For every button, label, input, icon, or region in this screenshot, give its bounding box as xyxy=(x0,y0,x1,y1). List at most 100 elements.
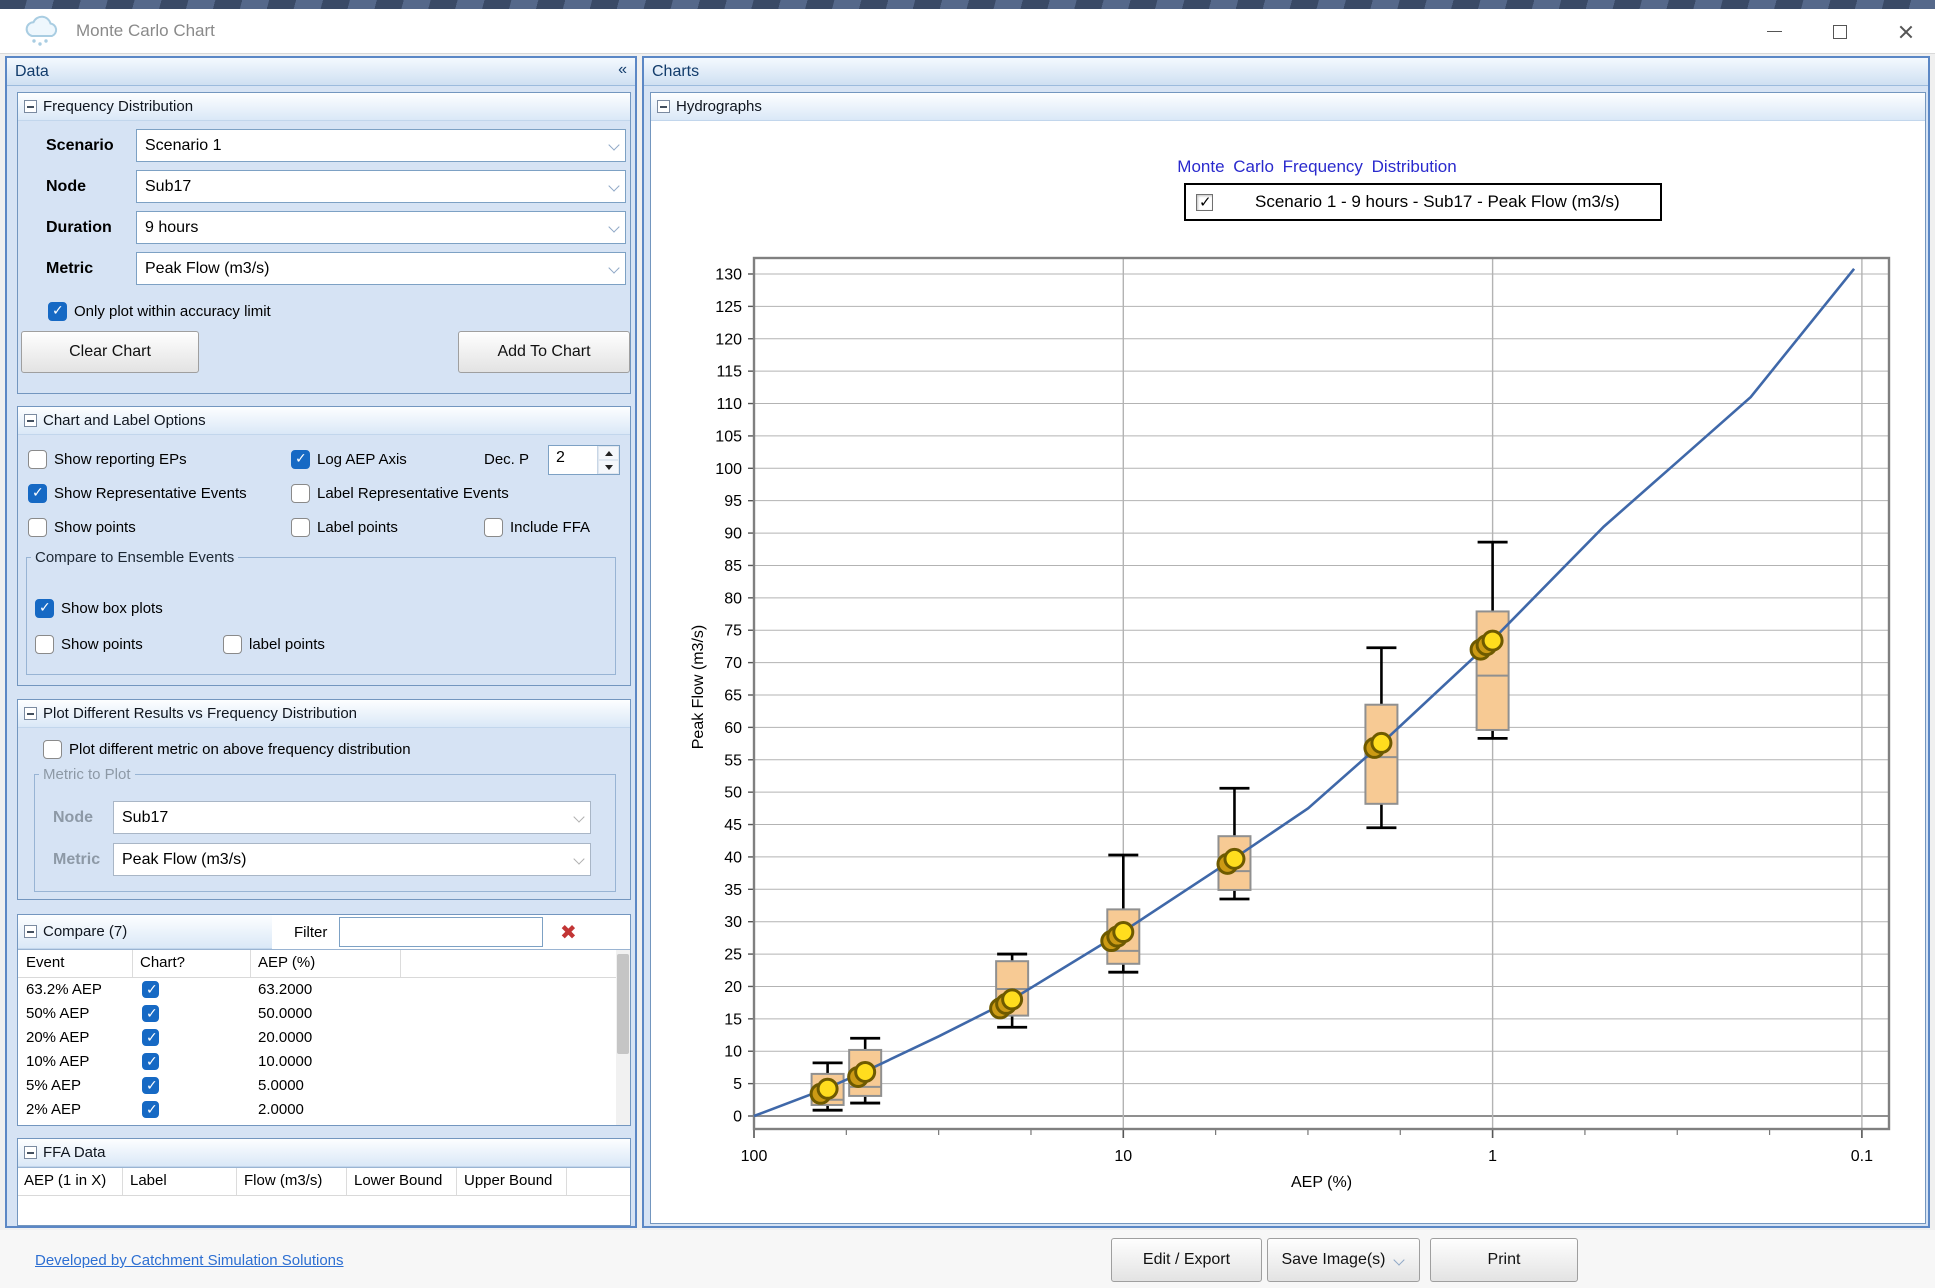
show-reporting-eps-checkbox[interactable] xyxy=(28,450,47,469)
data-panel-header: Data xyxy=(7,58,635,86)
frequency-distribution-group: Frequency Distribution Scenario Scenario… xyxy=(17,92,631,394)
maximize-button[interactable] xyxy=(1825,17,1855,47)
compare-scrollbar[interactable] xyxy=(616,950,630,1125)
column-lower-bound: Lower Bound xyxy=(354,1172,442,1189)
y-tick-label: 15 xyxy=(724,1011,742,1028)
label-representative-events-checkbox[interactable] xyxy=(291,484,310,503)
table-row[interactable]: 2% AEP2.0000 xyxy=(18,1098,630,1122)
show-points-label: Show points xyxy=(54,519,136,536)
close-icon xyxy=(1898,24,1914,40)
chart-row-checkbox[interactable] xyxy=(142,1101,159,1118)
edit-export-label: Edit / Export xyxy=(1143,1251,1230,1269)
spinner-down-button[interactable] xyxy=(598,460,619,474)
y-tick-label: 60 xyxy=(724,720,742,737)
include-ffa-checkbox[interactable] xyxy=(484,518,503,537)
gridlines xyxy=(754,258,1889,1129)
add-to-chart-button[interactable]: Add To Chart xyxy=(458,331,630,373)
desktop-edge xyxy=(0,0,1935,9)
ensemble-show-points-checkbox[interactable] xyxy=(35,635,54,654)
column-event: Event xyxy=(26,954,64,971)
chart-label-options-header[interactable]: Chart and Label Options xyxy=(18,407,630,435)
save-images-button[interactable]: Save Image(s) xyxy=(1267,1238,1420,1282)
group-title: Chart and Label Options xyxy=(43,412,206,429)
show-box-plots-checkbox[interactable] xyxy=(35,599,54,618)
filter-input[interactable] xyxy=(339,917,543,947)
print-button[interactable]: Print xyxy=(1430,1238,1578,1282)
y-tick-label: 40 xyxy=(724,849,742,866)
box-plots xyxy=(812,542,1509,1110)
clear-filter-button[interactable] xyxy=(551,917,585,947)
node-to-plot-label: Node xyxy=(35,809,113,827)
label-representative-events-label: Label Representative Events xyxy=(317,485,509,502)
log-aep-axis-label: Log AEP Axis xyxy=(317,451,407,468)
chevron-down-icon xyxy=(1392,1253,1406,1267)
scenario-select[interactable]: Scenario 1 xyxy=(136,129,626,162)
column-flow: Flow (m3/s) xyxy=(244,1172,322,1189)
chart-row-checkbox[interactable] xyxy=(142,981,159,998)
event-marker xyxy=(1003,990,1022,1009)
spinner-buttons xyxy=(597,446,619,474)
hydrographs-group: Hydrographs Monte Carlo Frequency Distri… xyxy=(650,92,1926,1224)
aep-cell: 5.0000 xyxy=(258,1077,304,1094)
data-panel: Data Frequency Distribution Scenario Sce… xyxy=(5,56,637,1228)
node-select[interactable]: Sub17 xyxy=(136,170,626,203)
chevron-down-icon xyxy=(607,179,621,193)
plot-different-header[interactable]: Plot Different Results vs Frequency Dist… xyxy=(18,700,630,728)
plot-border xyxy=(754,258,1889,1129)
minimize-button[interactable] xyxy=(1759,17,1789,47)
plot-different-metric-label: Plot different metric on above frequency… xyxy=(69,741,411,758)
ffa-data-header[interactable]: FFA Data xyxy=(18,1139,630,1167)
label-points-checkbox[interactable] xyxy=(291,518,310,537)
developer-link[interactable]: Developed by Catchment Simulation Soluti… xyxy=(35,1252,344,1269)
metric-select[interactable]: Peak Flow (m3/s) xyxy=(136,252,626,285)
y-tick-label: 0 xyxy=(733,1109,742,1126)
metric-value: Peak Flow (m3/s) xyxy=(145,260,269,278)
table-row[interactable]: 63.2% AEP63.2000 xyxy=(18,978,630,1002)
y-tick-label: 45 xyxy=(724,817,742,834)
compare-table: Event Chart? AEP (%) 63.2% AEP63.200050%… xyxy=(18,949,630,1125)
ensemble-label-points-checkbox[interactable] xyxy=(223,635,242,654)
collapse-panel-icon[interactable] xyxy=(618,61,627,79)
chart-label-options-group: Chart and Label Options Show reporting E… xyxy=(17,406,631,686)
clear-chart-button[interactable]: Clear Chart xyxy=(21,331,199,373)
dec-p-spinner[interactable]: 2 xyxy=(548,445,620,475)
column-aep-1-in-x: AEP (1 in X) xyxy=(24,1172,106,1189)
chart-row-checkbox[interactable] xyxy=(142,1029,159,1046)
chart-row-checkbox[interactable] xyxy=(142,1053,159,1070)
y-tick-label: 90 xyxy=(724,526,742,543)
charts-panel-title: Charts xyxy=(652,63,699,81)
accuracy-limit-checkbox[interactable] xyxy=(48,302,67,321)
table-row[interactable]: 20% AEP20.0000 xyxy=(18,1026,630,1050)
box-plot xyxy=(1218,788,1250,899)
scrollbar-thumb[interactable] xyxy=(617,954,629,1054)
close-button[interactable] xyxy=(1891,17,1921,47)
edit-export-button[interactable]: Edit / Export xyxy=(1111,1238,1262,1282)
metric-to-plot-legend: Metric to Plot xyxy=(39,766,135,783)
frequency-distribution-header[interactable]: Frequency Distribution xyxy=(18,93,630,121)
show-representative-events-checkbox[interactable] xyxy=(28,484,47,503)
chart-row-checkbox[interactable] xyxy=(142,1005,159,1022)
plot-different-metric-checkbox[interactable] xyxy=(43,740,62,759)
y-axis-title: Peak Flow (m3/s) xyxy=(690,625,707,749)
table-row[interactable]: 10% AEP10.0000 xyxy=(18,1050,630,1074)
arrow-down-icon xyxy=(605,465,613,470)
node-label: Node xyxy=(18,178,136,196)
y-tick-label: 115 xyxy=(716,364,742,381)
column-upper-bound: Upper Bound xyxy=(464,1172,552,1189)
log-aep-axis-checkbox[interactable] xyxy=(291,450,310,469)
y-tick-label: 25 xyxy=(724,947,742,964)
table-row[interactable]: 50% AEP50.0000 xyxy=(18,1002,630,1026)
show-points-checkbox[interactable] xyxy=(28,518,47,537)
charts-panel: Charts Hydrographs Monte Carlo Frequency… xyxy=(642,56,1930,1228)
hydrographs-header[interactable]: Hydrographs xyxy=(651,93,1925,121)
chart-row-checkbox[interactable] xyxy=(142,1077,159,1094)
spinner-up-button[interactable] xyxy=(598,446,619,460)
chevron-down-icon xyxy=(607,138,621,152)
node-to-plot-value: Sub17 xyxy=(122,809,168,827)
dec-p-label: Dec. P xyxy=(484,451,529,468)
save-images-label: Save Image(s) xyxy=(1281,1251,1385,1269)
table-row[interactable]: 5% AEP5.0000 xyxy=(18,1074,630,1098)
rain-cloud-icon xyxy=(22,14,62,48)
y-tick-label: 95 xyxy=(724,493,742,510)
duration-select[interactable]: 9 hours xyxy=(136,211,626,244)
